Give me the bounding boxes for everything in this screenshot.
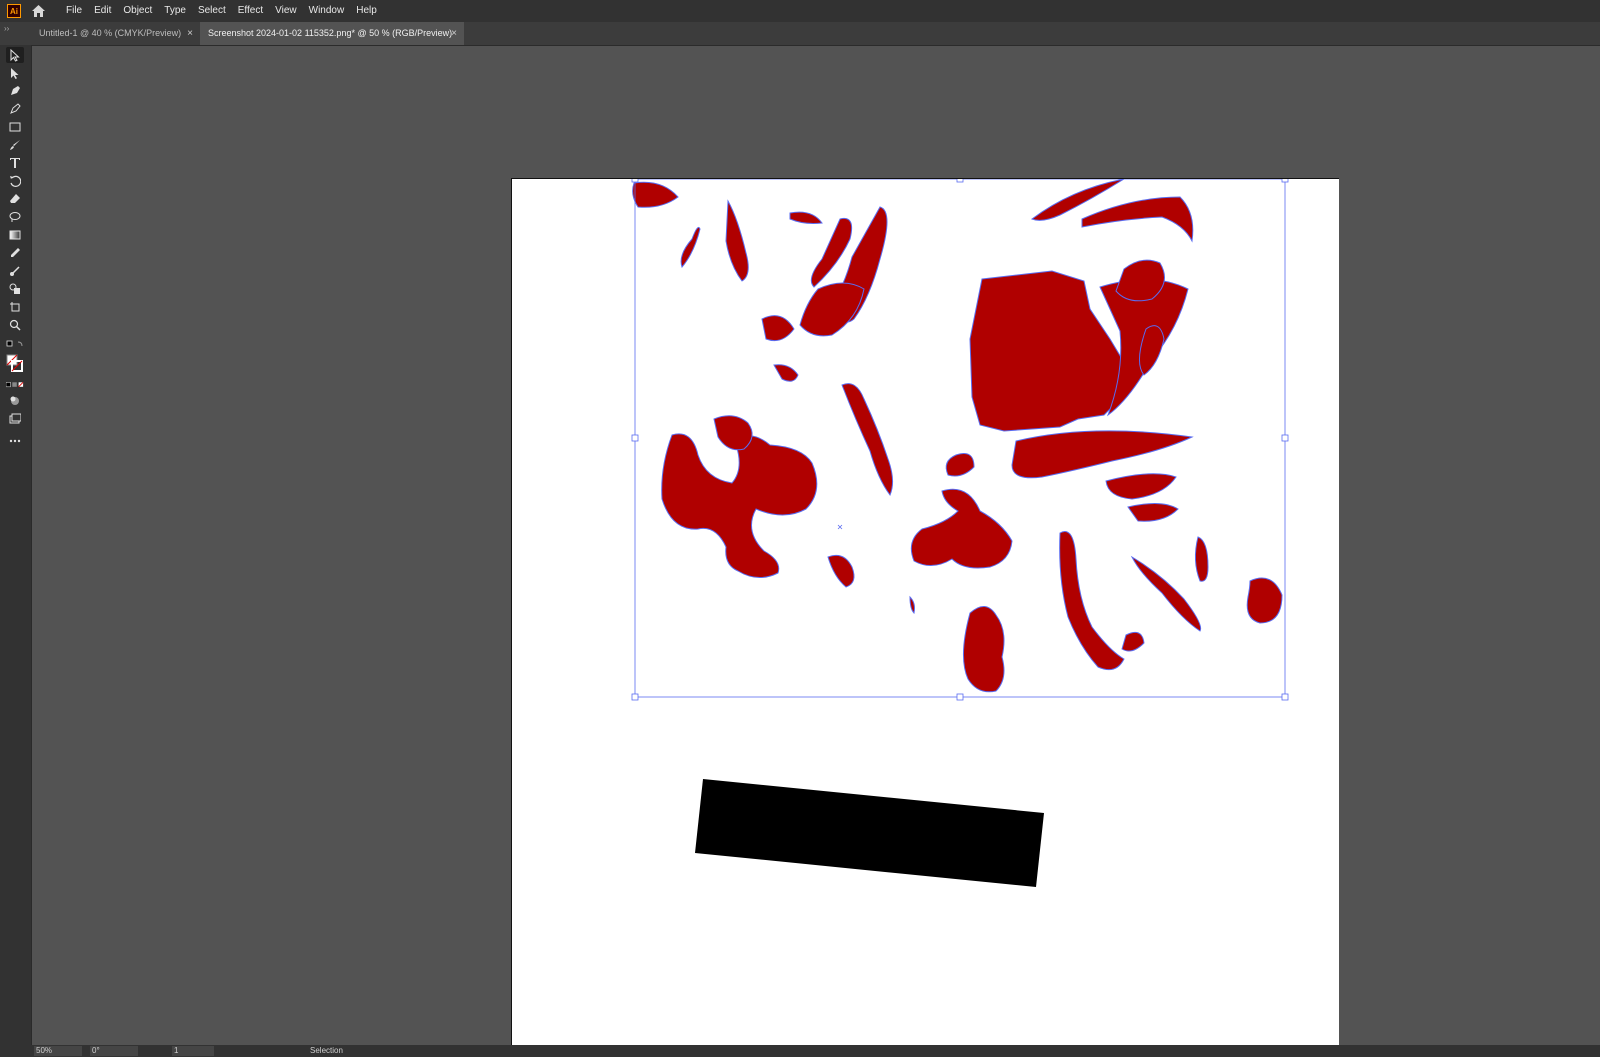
resize-handle[interactable] <box>1281 434 1289 442</box>
artboard[interactable] <box>511 175 1339 1045</box>
direct-selection-tool-icon[interactable] <box>6 65 24 81</box>
tab-screenshot[interactable]: Screenshot 2024-01-02 115352.png* @ 50 %… <box>200 22 464 45</box>
menu-edit[interactable]: Edit <box>88 0 117 22</box>
canvas-area[interactable] <box>32 46 1600 1045</box>
close-icon[interactable]: × <box>187 22 193 45</box>
traced-shapes[interactable] <box>632 178 1283 693</box>
screen-mode-icon[interactable] <box>6 411 24 427</box>
menu-object[interactable]: Object <box>117 0 158 22</box>
lasso-tool-icon[interactable] <box>6 209 24 225</box>
rotation-value: 0° <box>92 1046 100 1055</box>
illustrator-logo: Ai <box>7 4 21 18</box>
artboard-value: 1 <box>174 1046 179 1055</box>
curvature-tool-icon[interactable] <box>6 101 24 117</box>
menu-select[interactable]: Select <box>192 0 232 22</box>
resize-handle[interactable] <box>631 693 639 701</box>
edit-toolbar-icon[interactable] <box>6 433 24 449</box>
zoom-tool-icon[interactable] <box>6 317 24 333</box>
color-mode-icon[interactable] <box>6 377 24 393</box>
rotation-field[interactable]: 0° <box>90 1046 138 1056</box>
gradient-tool-icon[interactable] <box>6 227 24 243</box>
home-icon[interactable] <box>30 3 46 19</box>
menu-effect[interactable]: Effect <box>232 0 269 22</box>
paintbrush-tool-icon[interactable] <box>6 137 24 153</box>
menu-view[interactable]: View <box>269 0 303 22</box>
menu-type[interactable]: Type <box>158 0 192 22</box>
menu-help[interactable]: Help <box>350 0 383 22</box>
resize-handle[interactable] <box>631 175 639 183</box>
artwork[interactable] <box>512 175 1339 1045</box>
tab-label: Screenshot 2024-01-02 115352.png* @ 50 %… <box>208 28 453 38</box>
selection-tool-icon[interactable] <box>6 47 24 63</box>
rotate-tool-icon[interactable] <box>6 173 24 189</box>
resize-handle[interactable] <box>1281 693 1289 701</box>
resize-handle[interactable] <box>956 693 964 701</box>
menu-items: File Edit Object Type Select Effect View… <box>60 0 383 22</box>
rectangle-tool-icon[interactable] <box>6 119 24 135</box>
tools-panel <box>0 45 32 1045</box>
menu-file[interactable]: File <box>60 0 88 22</box>
current-tool-label: Selection <box>310 1046 343 1055</box>
close-icon[interactable]: × <box>451 22 457 45</box>
center-point-icon <box>837 524 843 530</box>
resize-handle[interactable] <box>631 434 639 442</box>
zoom-value: 50% <box>36 1046 53 1055</box>
menu-window[interactable]: Window <box>303 0 351 22</box>
black-rectangle[interactable] <box>695 779 1044 887</box>
artboard-field[interactable]: 1 <box>172 1046 214 1056</box>
menu-bar: Ai File Edit Object Type Select Effect V… <box>0 0 1600 22</box>
pen-tool-icon[interactable] <box>6 83 24 99</box>
type-tool-icon[interactable] <box>6 155 24 171</box>
eraser-tool-icon[interactable] <box>6 191 24 207</box>
zoom-field[interactable]: 50% <box>34 1046 82 1056</box>
resize-handle[interactable] <box>1281 175 1289 183</box>
resize-handle[interactable] <box>956 175 964 183</box>
puppet-warp-icon[interactable] <box>6 263 24 279</box>
shape-builder-icon[interactable] <box>6 281 24 297</box>
tab-label: Untitled-1 @ 40 % (CMYK/Preview) <box>39 28 182 38</box>
document-tabs: ›› Untitled-1 @ 40 % (CMYK/Preview) × Sc… <box>0 22 1600 46</box>
panel-grip-icon[interactable]: ›› <box>4 24 9 33</box>
draw-mode-icon[interactable] <box>6 393 24 409</box>
tab-untitled-1[interactable]: Untitled-1 @ 40 % (CMYK/Preview) × <box>31 22 200 45</box>
artboard-tool-icon[interactable] <box>6 299 24 315</box>
status-bar: 50% 0° 1 Selection <box>0 1045 1600 1057</box>
eyedropper-tool-icon[interactable] <box>6 245 24 261</box>
swap-fill-stroke-icon[interactable] <box>6 337 24 353</box>
fill-stroke-icon[interactable] <box>6 353 24 375</box>
